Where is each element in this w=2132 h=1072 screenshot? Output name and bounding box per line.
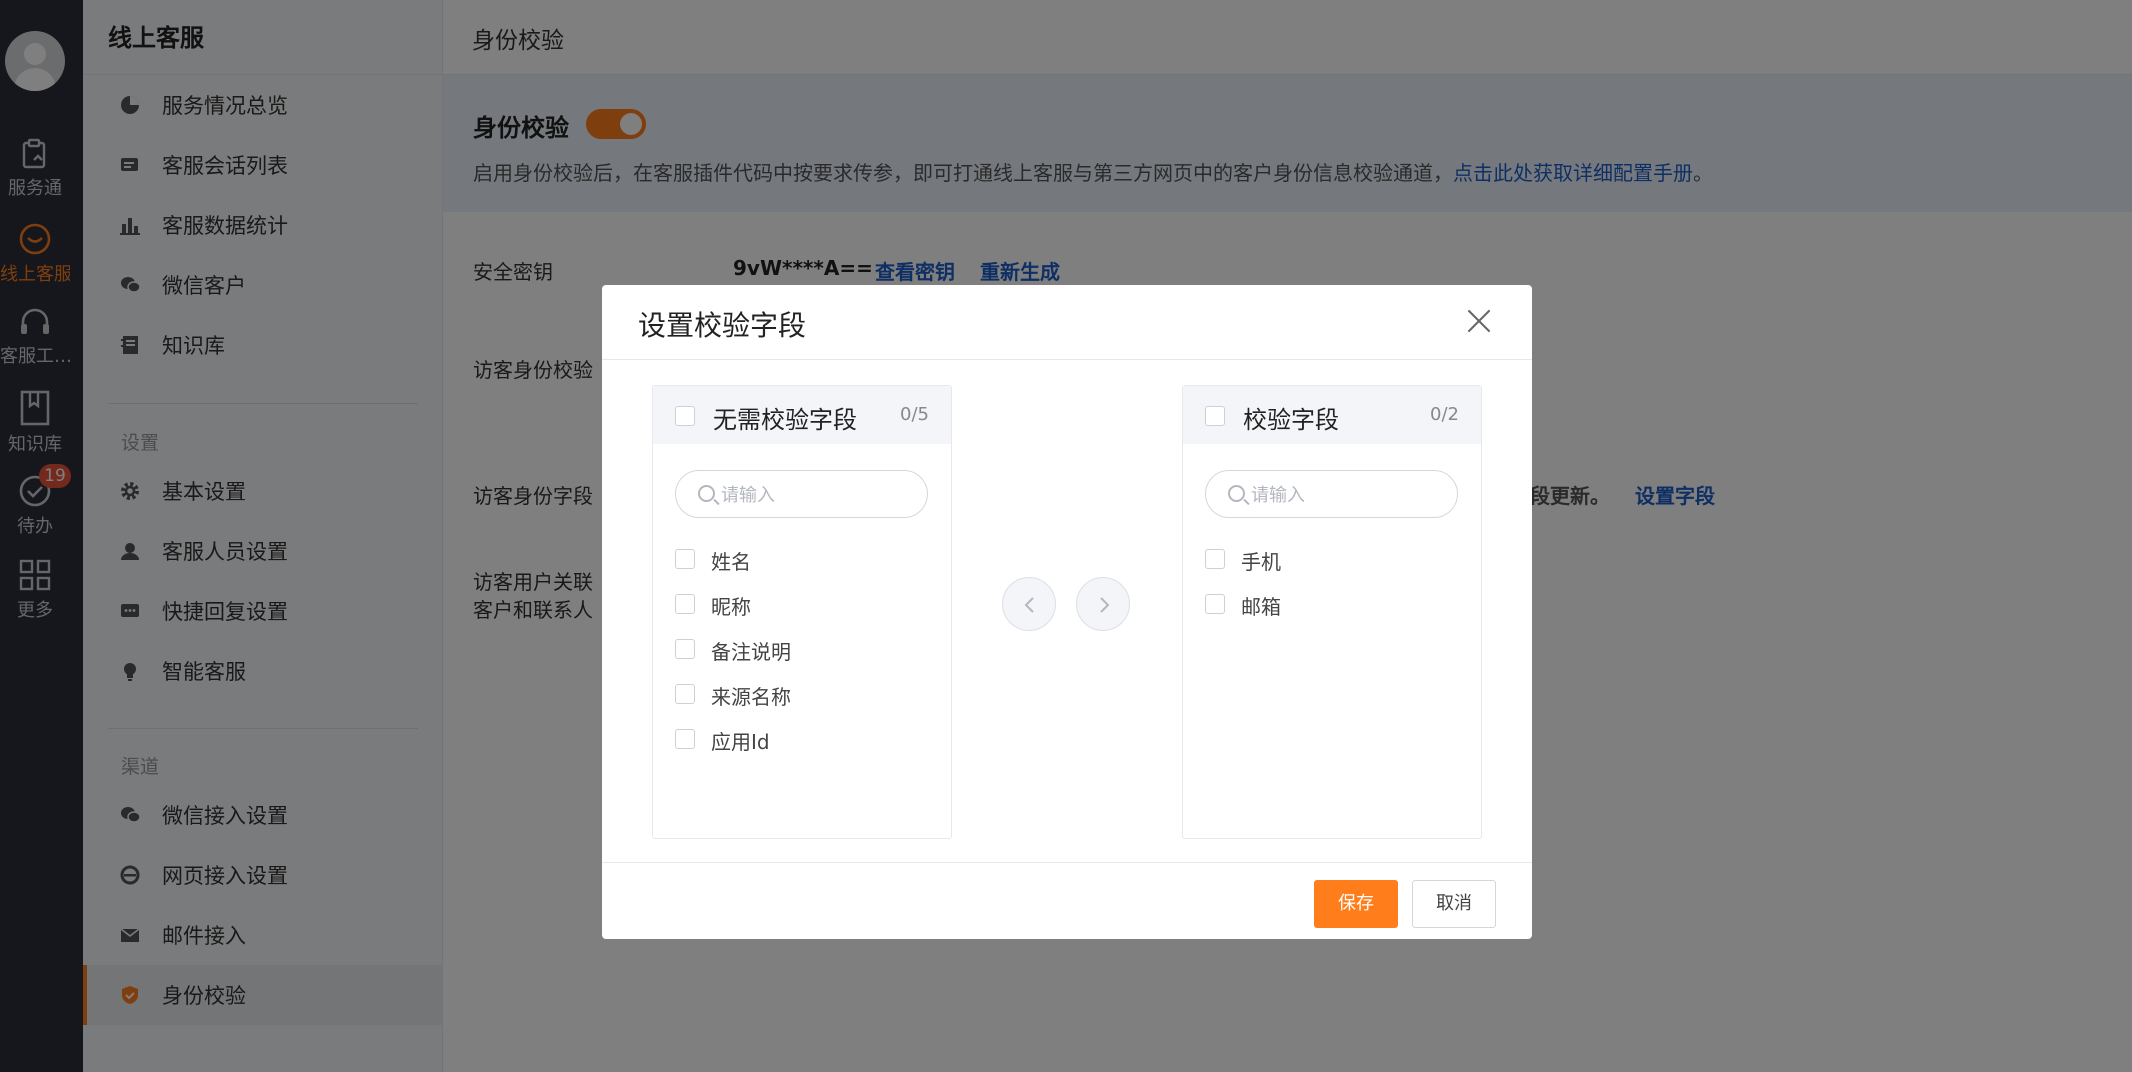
save-button[interactable]: 保存: [1314, 880, 1398, 928]
item-checkbox[interactable]: [675, 684, 695, 704]
move-right-button[interactable]: [1076, 577, 1130, 631]
panel-header: 校验字段 0/2: [1183, 386, 1481, 444]
search-input[interactable]: [721, 481, 911, 509]
item-checkbox[interactable]: [675, 594, 695, 614]
search-field[interactable]: [1205, 470, 1458, 518]
item-label: 手机: [1241, 550, 1281, 574]
item-checkbox[interactable]: [675, 729, 695, 749]
verified-fields-panel: 校验字段 0/2 手机 邮箱: [1182, 385, 1482, 839]
list-item[interactable]: 手机: [1205, 546, 1455, 574]
close-icon[interactable]: [1464, 306, 1494, 336]
dialog-title: 设置校验字段: [638, 309, 807, 342]
list-item[interactable]: 昵称: [675, 591, 925, 619]
select-all-checkbox[interactable]: [1205, 406, 1225, 426]
chevron-right-icon: [1100, 597, 1110, 613]
item-checkbox[interactable]: [675, 549, 695, 569]
chevron-left-icon: [1024, 597, 1034, 613]
panel-title: 校验字段: [1243, 406, 1339, 434]
move-left-button[interactable]: [1002, 577, 1056, 631]
search-input[interactable]: [1251, 481, 1441, 509]
item-label: 备注说明: [711, 640, 791, 664]
select-all-checkbox[interactable]: [675, 406, 695, 426]
list-item[interactable]: 应用Id: [675, 726, 925, 754]
list-item[interactable]: 邮箱: [1205, 591, 1455, 619]
item-label: 邮箱: [1241, 595, 1281, 619]
selection-count: 0/2: [1430, 404, 1459, 425]
list-item[interactable]: 备注说明: [675, 636, 925, 664]
search-field[interactable]: [675, 470, 928, 518]
divider: [602, 359, 1532, 360]
search-icon: [698, 485, 715, 502]
item-checkbox[interactable]: [1205, 594, 1225, 614]
source-fields-panel: 无需校验字段 0/5 姓名 昵称 备注说明 来源名称 应用Id: [652, 385, 952, 839]
panel-title: 无需校验字段: [713, 406, 857, 434]
panel-header: 无需校验字段 0/5: [653, 386, 951, 444]
item-label: 姓名: [711, 550, 751, 574]
set-fields-dialog: 设置校验字段 无需校验字段 0/5 姓名 昵称 备注说明 来源名称 应用Id 校…: [602, 285, 1532, 939]
cancel-button[interactable]: 取消: [1412, 880, 1496, 928]
item-checkbox[interactable]: [1205, 549, 1225, 569]
item-label: 来源名称: [711, 685, 791, 709]
divider: [602, 862, 1532, 863]
item-label: 昵称: [711, 595, 751, 619]
search-icon: [1228, 485, 1245, 502]
list-item[interactable]: 姓名: [675, 546, 925, 574]
item-label: 应用Id: [711, 730, 770, 754]
list-item[interactable]: 来源名称: [675, 681, 925, 709]
selection-count: 0/5: [900, 404, 929, 425]
item-checkbox[interactable]: [675, 639, 695, 659]
